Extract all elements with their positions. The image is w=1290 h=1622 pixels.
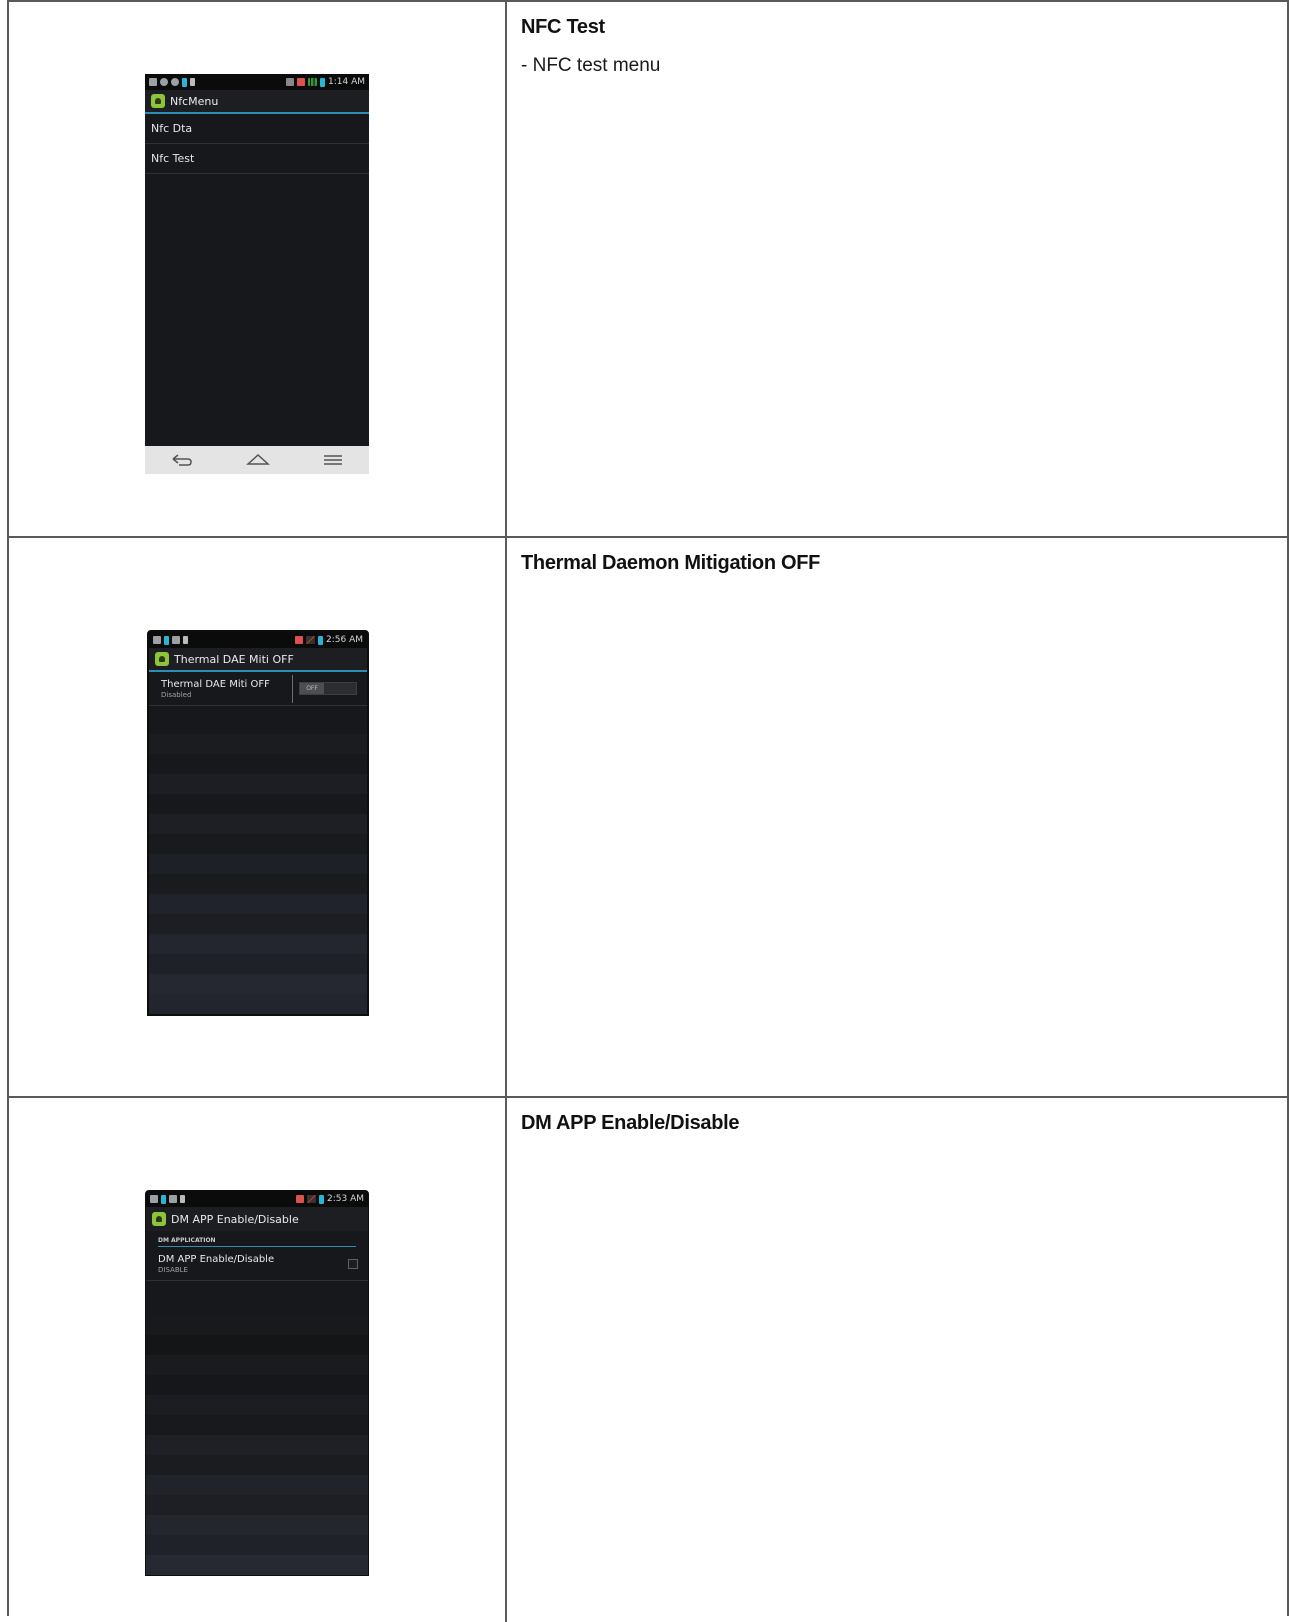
image-icon <box>149 78 157 86</box>
android-app-icon <box>152 1212 166 1226</box>
screenshot-icon <box>153 636 161 644</box>
table-row: 2:56 AM Thermal DAE Miti OFF Thermal DAE… <box>9 538 1287 1098</box>
android-app-icon <box>151 94 165 108</box>
section-title: NFC Test <box>521 16 605 38</box>
usb-icon <box>180 1195 185 1203</box>
sim-icon <box>295 636 303 644</box>
background-bands <box>149 734 367 1014</box>
battery-small-icon <box>182 77 187 87</box>
back-icon[interactable] <box>171 450 193 471</box>
action-bar: DM APP Enable/Disable <box>146 1207 368 1231</box>
action-bar: NfcMenu <box>145 90 369 114</box>
background-bands <box>146 1315 368 1575</box>
checkbox[interactable] <box>348 1258 358 1269</box>
toggle-label: OFF <box>300 683 324 694</box>
usb-icon <box>183 636 188 644</box>
description-cell: DM APP Enable/Disable <box>509 1098 1287 1622</box>
vibrate-icon <box>286 78 294 86</box>
status-time: 1:14 AM <box>328 77 365 87</box>
list-item-nfc-dta[interactable]: Nfc Dta <box>145 114 369 144</box>
signal-icon <box>308 78 317 86</box>
setting-title: DM APP Enable/Disable <box>158 1253 275 1265</box>
status-bar: 2:56 AM <box>149 632 367 648</box>
description-cell: Thermal Daemon Mitigation OFF <box>509 538 1287 1096</box>
screenshot-cell: 2:56 AM Thermal DAE Miti OFF Thermal DAE… <box>9 538 507 1096</box>
alert-icon <box>171 78 179 86</box>
sync-icon <box>160 78 168 86</box>
table-row: 1:14 AM NfcMenu Nfc Dta Nfc Test NFC Tes… <box>9 2 1287 538</box>
app-title: NfcMenu <box>170 94 219 108</box>
status-bar: 2:53 AM <box>146 1191 368 1207</box>
toggle-switch[interactable]: OFF <box>299 682 357 695</box>
no-signal-icon <box>306 636 315 644</box>
preference-category: DM APPLICATION <box>158 1231 356 1247</box>
usb-icon <box>190 78 195 86</box>
phone-screenshot-nfc: 1:14 AM NfcMenu Nfc Dta Nfc Test <box>145 74 369 474</box>
list-item-label: Nfc Test <box>151 152 195 165</box>
battery-icon <box>318 635 323 645</box>
status-time: 2:56 AM <box>326 635 363 645</box>
setting-title: Thermal DAE Miti OFF <box>161 678 270 690</box>
battery-icon <box>319 1194 324 1204</box>
menu-icon[interactable] <box>323 450 343 471</box>
sim-icon <box>297 78 305 86</box>
section-description: - NFC test menu <box>521 55 661 76</box>
document-table: 1:14 AM NfcMenu Nfc Dta Nfc Test NFC Tes… <box>7 0 1289 1622</box>
app-title: DM APP Enable/Disable <box>171 1212 299 1226</box>
setting-row[interactable]: DM APP Enable/Disable DISABLE <box>146 1247 368 1281</box>
section-title: Thermal Daemon Mitigation OFF <box>521 552 821 574</box>
screenshot-cell: 2:53 AM DM APP Enable/Disable DM APPLICA… <box>9 1098 507 1622</box>
battery-small-icon <box>164 635 169 645</box>
status-bar: 1:14 AM <box>145 74 369 90</box>
status-time: 2:53 AM <box>327 1194 364 1204</box>
setting-summary: Disabled <box>161 690 192 699</box>
setting-row[interactable]: Thermal DAE Miti OFF Disabled OFF <box>149 672 367 706</box>
section-title: DM APP Enable/Disable <box>521 1112 740 1134</box>
battery-icon <box>320 77 325 87</box>
list-item-label: Nfc Dta <box>151 122 193 135</box>
navigation-bar <box>145 446 369 474</box>
app-title: Thermal DAE Miti OFF <box>174 652 294 666</box>
setting-summary: DISABLE <box>158 1265 188 1274</box>
home-icon[interactable] <box>246 450 270 471</box>
list-item-nfc-test[interactable]: Nfc Test <box>145 144 369 174</box>
divider <box>292 674 293 703</box>
phone-screenshot-dm-app: 2:53 AM DM APP Enable/Disable DM APPLICA… <box>145 1190 369 1576</box>
cast-icon <box>172 636 180 644</box>
table-row: 2:53 AM DM APP Enable/Disable DM APPLICA… <box>9 1098 1287 1622</box>
cast-icon <box>169 1195 177 1203</box>
action-bar: Thermal DAE Miti OFF <box>149 648 367 672</box>
phone-screenshot-thermal: 2:56 AM Thermal DAE Miti OFF Thermal DAE… <box>147 630 369 1016</box>
screenshot-icon <box>150 1195 158 1203</box>
screenshot-cell: 1:14 AM NfcMenu Nfc Dta Nfc Test <box>9 2 507 536</box>
description-cell: NFC Test - NFC test menu <box>509 2 1287 536</box>
battery-small-icon <box>161 1194 166 1204</box>
sim-icon <box>296 1195 304 1203</box>
no-signal-icon <box>307 1195 316 1203</box>
android-app-icon <box>155 652 169 666</box>
